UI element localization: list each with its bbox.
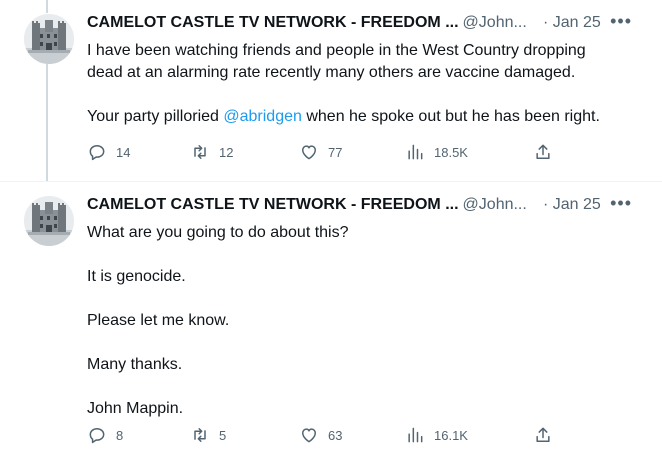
tweet-header: CAMELOT CASTLE TV NETWORK - FREEDOM ... @… xyxy=(87,11,638,36)
tweet-header: CAMELOT CASTLE TV NETWORK - FREEDOM ... @… xyxy=(87,193,638,218)
reply-icon xyxy=(89,428,105,444)
castle-avatar-image xyxy=(24,14,74,64)
views-chart-icon xyxy=(408,427,423,443)
tweet-paragraph-spacer xyxy=(87,84,637,106)
share-button[interactable] xyxy=(533,425,553,445)
heart-icon xyxy=(302,428,316,443)
avatar[interactable] xyxy=(24,196,74,246)
thread-line xyxy=(46,64,48,181)
tweet-text: What are you going to do about this? It … xyxy=(87,222,637,420)
tweet-text-line: Many thanks. xyxy=(87,356,183,373)
mention-link[interactable]: @abridgen xyxy=(223,108,302,125)
tweet-text-line: Your party pilloried @abridgen when he s… xyxy=(87,106,637,128)
tweet-actions: 8 5 63 16.1K xyxy=(87,425,567,445)
views-count: 18.5K xyxy=(434,144,468,160)
tweet-text-line: It is genocide. xyxy=(87,268,186,285)
retweet-count: 12 xyxy=(219,144,234,160)
more-icon[interactable]: ••• xyxy=(610,193,632,214)
views-button[interactable]: 16.1K xyxy=(405,425,468,445)
tweet-text-line: dead at an alarming rate recently many o… xyxy=(87,64,576,81)
tweet-actions: 14 12 77 18.5K xyxy=(87,142,567,162)
retweet-button[interactable]: 5 xyxy=(190,425,226,445)
thread-line-top xyxy=(46,0,48,13)
tweet-text-line: John Mappin. xyxy=(87,400,184,417)
tweet-text-segment: when he spoke out but he has been right. xyxy=(301,108,600,125)
share-icon xyxy=(536,427,550,442)
heart-icon xyxy=(302,145,316,160)
reply-count: 8 xyxy=(116,427,124,443)
reply-count: 14 xyxy=(116,144,131,160)
like-button[interactable]: 63 xyxy=(299,425,342,445)
views-count: 16.1K xyxy=(434,427,468,443)
views-button[interactable]: 18.5K xyxy=(405,142,468,162)
tweet-text-segment: Your party pilloried xyxy=(87,108,224,125)
tweet[interactable]: CAMELOT CASTLE TV NETWORK - FREEDOM ... @… xyxy=(0,0,662,182)
retweet-icon xyxy=(194,145,206,159)
retweet-count: 5 xyxy=(219,427,227,443)
tweet-date[interactable]: · Jan 25 xyxy=(543,14,601,32)
author-handle[interactable]: @John... xyxy=(463,14,527,31)
share-button[interactable] xyxy=(533,142,553,162)
author-handle[interactable]: @John... xyxy=(463,196,527,213)
author-name[interactable]: CAMELOT CASTLE TV NETWORK - FREEDOM ... xyxy=(87,14,459,31)
tweet-paragraph-spacer xyxy=(87,332,637,354)
like-count: 77 xyxy=(328,144,343,160)
reply-button[interactable]: 14 xyxy=(87,142,130,162)
tweet-text-line: What are you going to do about this? xyxy=(87,224,349,241)
views-chart-icon xyxy=(408,144,423,160)
retweet-icon xyxy=(194,428,206,442)
author-name[interactable]: CAMELOT CASTLE TV NETWORK - FREEDOM ... xyxy=(87,196,459,213)
tweet-text-line: I have been watching friends and people … xyxy=(87,42,586,59)
more-icon[interactable]: ••• xyxy=(610,11,632,32)
share-icon xyxy=(536,144,550,159)
retweet-button[interactable]: 12 xyxy=(190,142,233,162)
tweet[interactable]: CAMELOT CASTLE TV NETWORK - FREEDOM ... @… xyxy=(0,182,662,458)
reply-icon xyxy=(89,145,105,161)
like-button[interactable]: 77 xyxy=(299,142,342,162)
tweet-text: I have been watching friends and people … xyxy=(87,40,637,128)
like-count: 63 xyxy=(328,427,343,443)
avatar[interactable] xyxy=(24,14,74,64)
tweet-paragraph-spacer xyxy=(87,244,637,266)
tweet-paragraph-spacer xyxy=(87,376,637,398)
castle-avatar-image xyxy=(24,196,74,246)
tweet-date[interactable]: · Jan 25 xyxy=(543,196,601,214)
tweet-paragraph-spacer xyxy=(87,288,637,310)
reply-button[interactable]: 8 xyxy=(87,425,123,445)
tweet-text-line: Please let me know. xyxy=(87,312,230,329)
